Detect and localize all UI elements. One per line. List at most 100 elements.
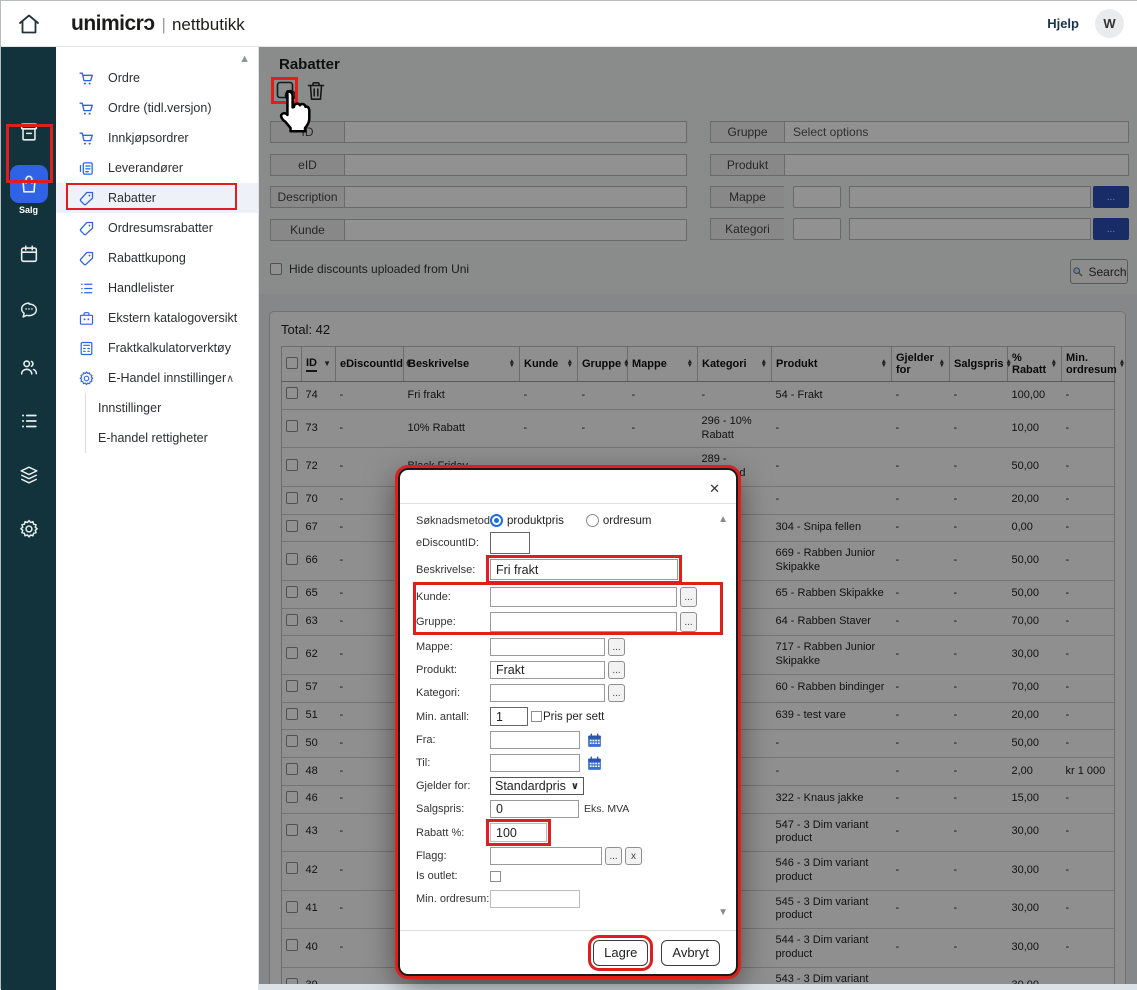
sidebar-item-label: E-handel rettigheter (98, 431, 208, 445)
sidebar-item[interactable]: Innstillinger ∧ (56, 393, 258, 423)
min-ordresum-input[interactable] (490, 890, 580, 908)
rail-item[interactable] (1, 456, 56, 494)
rail-item[interactable]: Salg (1, 165, 56, 215)
top-bar: unimicrɔ | nettbutikk Hjelp W (1, 1, 1137, 47)
sidebar-item-label: Ordre (tidl.versjon) (108, 101, 212, 115)
orders-box-icon (10, 113, 48, 151)
sidebar-item[interactable]: Innkjøpsordrer ∧ (56, 123, 258, 153)
cart-icon (78, 70, 95, 87)
people-icon (10, 348, 48, 386)
tag-icon (78, 250, 95, 267)
mappe-input[interactable] (490, 638, 605, 656)
sidebar-item[interactable]: Ekstern katalogoversikt ∧ (56, 303, 258, 333)
discount-edit-modal: ✕ ▲ ▼ Søknadsmetode: produktpris ordresu… (398, 468, 738, 976)
til-input[interactable] (490, 754, 580, 772)
mappe-lookup-button[interactable]: ... (608, 638, 625, 656)
sidebar-item-label: Fraktkalkulatorverktøy (108, 341, 231, 355)
rail-item[interactable] (1, 291, 56, 329)
sidebar-item[interactable]: Ordresumsrabatter ∧ (56, 213, 258, 243)
chevron-down-icon: ∨ (571, 781, 579, 792)
sidebar-item[interactable]: Leverandører ∧ (56, 153, 258, 183)
kategori-row: Kategori: ... (416, 684, 720, 702)
gruppe-lookup-button[interactable]: ... (680, 612, 697, 632)
save-button[interactable]: Lagre (593, 940, 648, 966)
flagg-input[interactable] (490, 847, 602, 865)
calendar-icon (10, 235, 48, 273)
produktpris-radio[interactable] (490, 514, 503, 527)
flagg-row: Flagg: ... x (416, 847, 720, 865)
min-antall-row: Min. antall: 1 Pris per sett (416, 707, 720, 726)
modal-scroll-up-icon[interactable]: ▲ (718, 514, 728, 525)
chevron-up-icon[interactable]: ∧ (226, 372, 234, 385)
rail-item[interactable] (1, 235, 56, 273)
sidebar-item[interactable]: Ordre ∧ (56, 63, 258, 93)
beskrivelse-input[interactable]: Fri frakt (490, 559, 678, 580)
sidebar-item[interactable]: Handlelister ∧ (56, 273, 258, 303)
brand-primary: unimicrɔ (71, 12, 155, 36)
rail-item[interactable] (1, 402, 56, 440)
kunde-gruppe-annotation: Kunde: ... Gruppe: ... (416, 585, 720, 632)
fra-row: Fra: (416, 731, 720, 749)
sidebar-item[interactable]: Ordre (tidl.versjon) ∧ (56, 93, 258, 123)
gruppe-row: Gruppe: ... (416, 612, 720, 632)
fra-calendar-icon[interactable] (586, 732, 603, 749)
ordresum-radio[interactable] (586, 514, 599, 527)
sidebar-item-label: Rabatter (108, 191, 156, 205)
gruppe-input[interactable] (490, 612, 677, 632)
modal-footer: Lagre Avbryt (400, 930, 736, 974)
sidebar-item-label: Innkjøpsordrer (108, 131, 189, 145)
sidebar-item-label: Rabattkupong (108, 251, 186, 265)
close-icon[interactable]: ✕ (709, 482, 720, 495)
kunde-input[interactable] (490, 587, 677, 607)
kategori-lookup-button[interactable]: ... (608, 684, 625, 702)
rail-item[interactable] (1, 510, 56, 548)
produkt-row: Produkt: Frakt ... (416, 661, 720, 679)
modal-scroll-down-icon[interactable]: ▼ (718, 907, 728, 918)
home-icon[interactable] (17, 12, 41, 36)
pris-per-sett-checkbox[interactable] (531, 711, 542, 722)
ediscount-input[interactable] (490, 532, 530, 554)
gear-icon (10, 510, 48, 548)
mappe-row: Mappe: ... (416, 638, 720, 656)
supplier-icon (78, 160, 95, 177)
rabatt-input[interactable]: 100 (490, 823, 547, 842)
cart-icon (78, 100, 95, 117)
produkt-lookup-button[interactable]: ... (608, 661, 625, 679)
sidebar-item[interactable]: E-Handel innstillinger ∧ (56, 363, 258, 393)
sidebar-item[interactable]: Rabattkupong ∧ (56, 243, 258, 273)
cancel-button[interactable]: Avbryt (661, 940, 720, 966)
gear-icon (78, 370, 95, 387)
min-antall-input[interactable]: 1 (490, 707, 528, 726)
calculator-icon (78, 340, 95, 357)
icon-rail: Salg (1, 47, 56, 990)
sidebar-item-label: Ekstern katalogoversikt (108, 311, 237, 325)
fra-input[interactable] (490, 731, 580, 749)
checklist-icon (10, 402, 48, 440)
kunde-row: Kunde: ... (416, 587, 720, 607)
salgspris-input[interactable]: 0 (490, 800, 579, 818)
brand-separator: | (162, 15, 166, 35)
sidebar-item[interactable]: Fraktkalkulatorverktøy ∧ (56, 333, 258, 363)
sidebar-item[interactable]: Rabatter ∧ (56, 183, 258, 213)
catalog-icon (78, 310, 95, 327)
til-calendar-icon[interactable] (586, 755, 603, 772)
avatar[interactable]: W (1095, 9, 1124, 38)
flagg-lookup-button[interactable]: ... (605, 847, 622, 865)
sidebar-item-label: Handlelister (108, 281, 174, 295)
sidebar-item-label: E-Handel innstillinger (108, 371, 226, 385)
beskrivelse-row: Beskrivelse: Fri frakt (416, 559, 720, 580)
is-outlet-checkbox[interactable] (490, 871, 501, 882)
produkt-input[interactable]: Frakt (490, 661, 605, 679)
gjelder-for-select[interactable]: Standardpris ∨ (490, 777, 584, 795)
salgspris-row: Salgspris: 0 Eks. MVA (416, 800, 720, 818)
kunde-lookup-button[interactable]: ... (680, 587, 697, 607)
flagg-clear-button[interactable]: x (625, 847, 642, 865)
sidebar-item[interactable]: E-handel rettigheter ∧ (56, 423, 258, 453)
horizontal-scrollbar[interactable] (259, 984, 1137, 990)
chat-icon (10, 291, 48, 329)
kategori-input[interactable] (490, 684, 605, 702)
layers-icon (10, 456, 48, 494)
rail-item[interactable] (1, 348, 56, 386)
help-link[interactable]: Hjelp (1047, 16, 1079, 31)
rail-item[interactable] (1, 113, 56, 151)
